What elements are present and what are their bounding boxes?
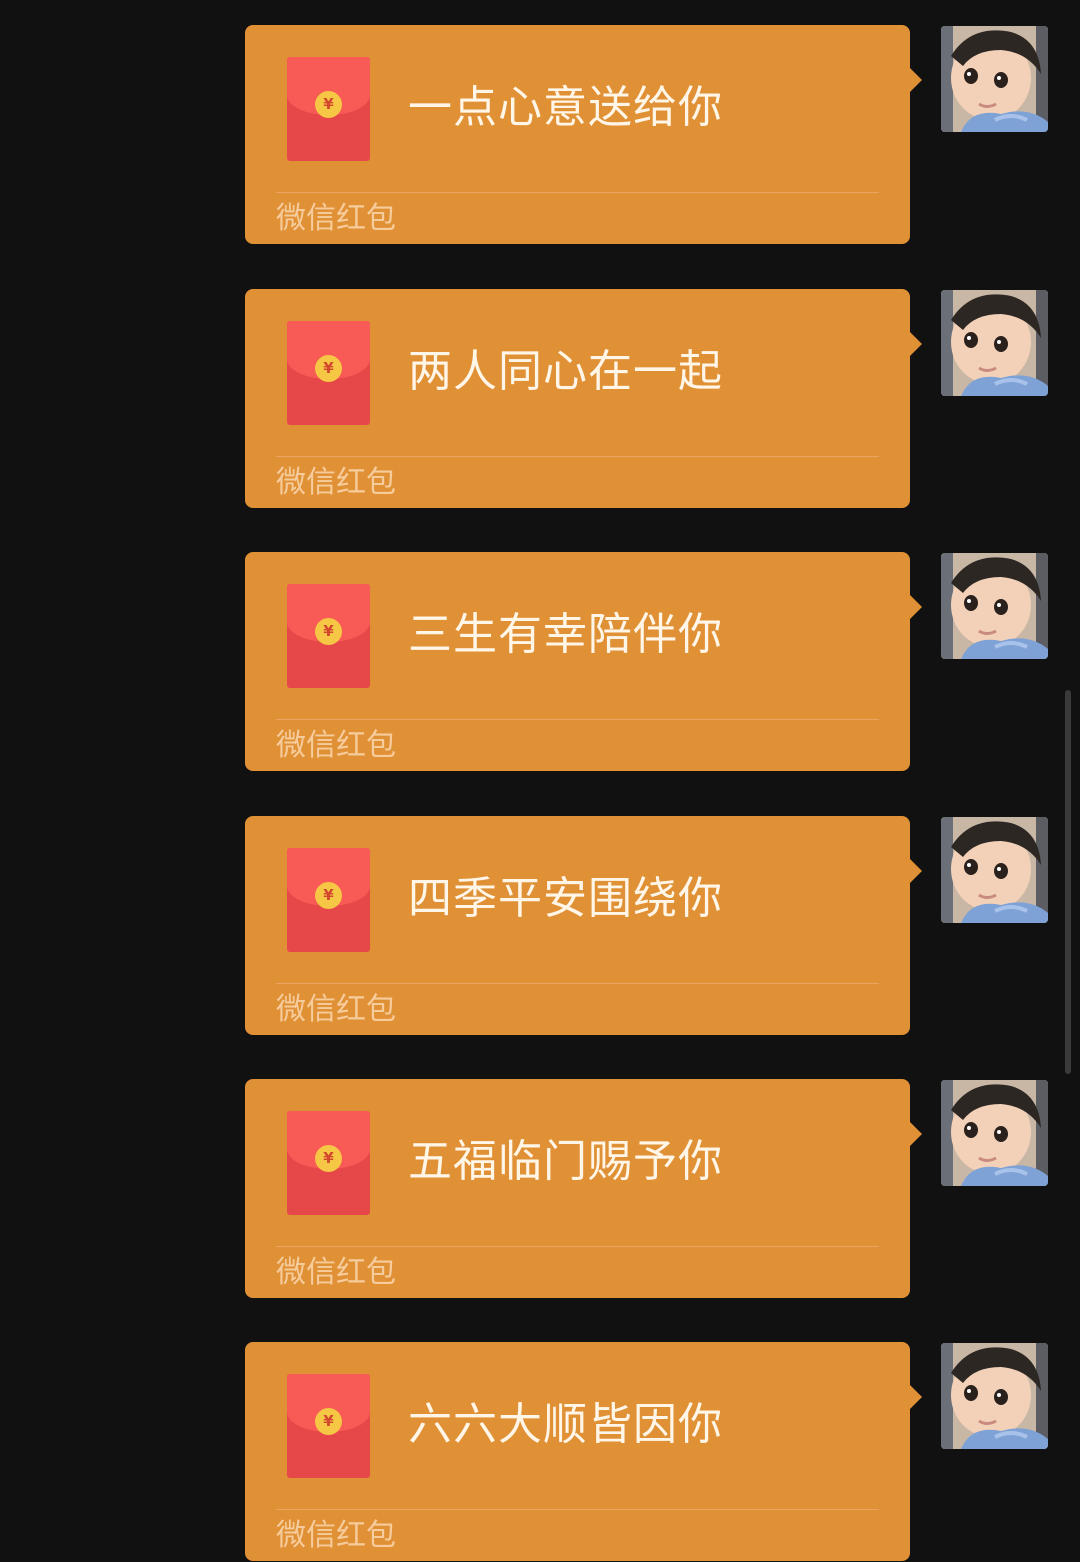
red-envelope-icon: ¥ <box>287 57 370 161</box>
child-photo-avatar-icon <box>941 290 1048 396</box>
bubble-divider <box>276 719 879 720</box>
red-packet-label: 微信红包 <box>276 1518 396 1553</box>
child-photo-avatar-icon <box>941 26 1048 132</box>
red-envelope-icon: ¥ <box>287 1111 370 1215</box>
yuan-coin-icon: ¥ <box>315 1145 342 1172</box>
bubble-tail <box>909 858 922 884</box>
child-photo-avatar-icon <box>941 1080 1048 1186</box>
red-packet-greeting: 三生有幸陪伴你 <box>408 609 723 660</box>
sender-avatar[interactable] <box>941 1343 1048 1449</box>
red-packet-greeting: 一点心意送给你 <box>408 82 723 133</box>
red-packet-bubble[interactable]: ¥ 四季平安围绕你 微信红包 <box>245 816 910 1035</box>
message-row: ¥ 五福临门赐予你 微信红包 <box>0 1079 1080 1299</box>
bubble-tail <box>909 67 922 93</box>
yuan-coin-icon: ¥ <box>315 91 342 118</box>
bubble-divider <box>276 983 879 984</box>
yuan-coin-icon: ¥ <box>315 618 342 645</box>
bubble-divider <box>276 456 879 457</box>
sender-avatar[interactable] <box>941 1080 1048 1186</box>
bubble-divider <box>276 192 879 193</box>
child-photo-avatar-icon <box>941 1343 1048 1449</box>
bubble-tail <box>909 1121 922 1147</box>
bubble-divider <box>276 1246 879 1247</box>
bubble-tail <box>909 331 922 357</box>
red-envelope-icon: ¥ <box>287 584 370 688</box>
sender-avatar[interactable] <box>941 817 1048 923</box>
red-envelope-icon: ¥ <box>287 321 370 425</box>
chat-message-list[interactable]: ¥ 一点心意送给你 微信红包 ¥ 两人同心在一起 微信红包 ¥ 三生有幸陪伴你 … <box>0 0 1080 1561</box>
message-row: ¥ 一点心意送给你 微信红包 <box>0 25 1080 245</box>
message-row: ¥ 两人同心在一起 微信红包 <box>0 289 1080 509</box>
yuan-coin-icon: ¥ <box>315 355 342 382</box>
red-packet-bubble[interactable]: ¥ 五福临门赐予你 微信红包 <box>245 1079 910 1298</box>
red-packet-label: 微信红包 <box>276 728 396 763</box>
bubble-tail <box>909 594 922 620</box>
red-packet-label: 微信红包 <box>276 992 396 1027</box>
message-row: ¥ 三生有幸陪伴你 微信红包 <box>0 552 1080 772</box>
scrollbar[interactable] <box>1065 690 1071 1074</box>
child-photo-avatar-icon <box>941 817 1048 923</box>
sender-avatar[interactable] <box>941 553 1048 659</box>
red-packet-greeting: 四季平安围绕你 <box>408 873 723 924</box>
red-packet-label: 微信红包 <box>276 201 396 236</box>
red-envelope-icon: ¥ <box>287 1374 370 1478</box>
red-packet-label: 微信红包 <box>276 465 396 500</box>
red-packet-greeting: 两人同心在一起 <box>408 346 723 397</box>
red-packet-bubble[interactable]: ¥ 一点心意送给你 微信红包 <box>245 25 910 244</box>
red-envelope-icon: ¥ <box>287 848 370 952</box>
bubble-tail <box>909 1384 922 1410</box>
sender-avatar[interactable] <box>941 290 1048 396</box>
yuan-coin-icon: ¥ <box>315 882 342 909</box>
child-photo-avatar-icon <box>941 553 1048 659</box>
red-packet-greeting: 五福临门赐予你 <box>408 1136 723 1187</box>
message-row: ¥ 四季平安围绕你 微信红包 <box>0 816 1080 1036</box>
red-packet-greeting: 六六大顺皆因你 <box>408 1399 723 1450</box>
bubble-divider <box>276 1509 879 1510</box>
red-packet-bubble[interactable]: ¥ 两人同心在一起 微信红包 <box>245 289 910 508</box>
message-row: ¥ 六六大顺皆因你 微信红包 <box>0 1342 1080 1562</box>
sender-avatar[interactable] <box>941 26 1048 132</box>
red-packet-bubble[interactable]: ¥ 六六大顺皆因你 微信红包 <box>245 1342 910 1561</box>
red-packet-label: 微信红包 <box>276 1255 396 1290</box>
red-packet-bubble[interactable]: ¥ 三生有幸陪伴你 微信红包 <box>245 552 910 771</box>
yuan-coin-icon: ¥ <box>315 1408 342 1435</box>
